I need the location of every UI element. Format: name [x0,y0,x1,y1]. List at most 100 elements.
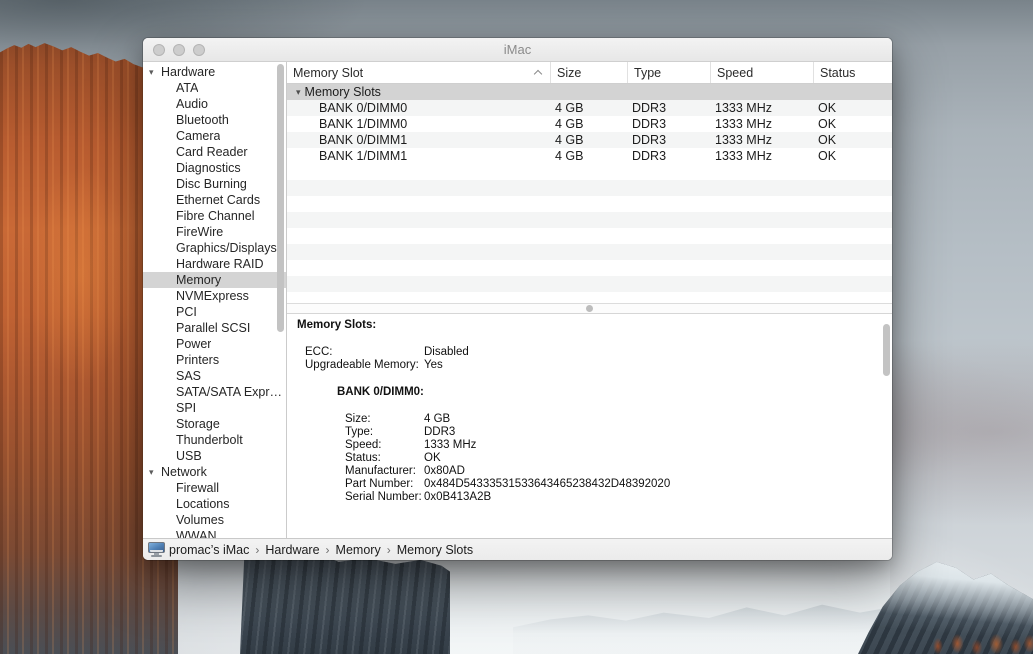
computer-icon [148,542,165,557]
column-header-type[interactable]: Type [627,62,710,83]
traffic-lights [153,38,205,61]
column-header-size[interactable]: Size [550,62,627,83]
sidebar-item-volumes[interactable]: Volumes [143,512,286,528]
sidebar-group-network[interactable]: ▾Network [143,464,286,480]
close-button[interactable] [153,44,165,56]
wallpaper-rock-spire [240,556,450,654]
column-header-status[interactable]: Status [813,62,892,83]
detail-field-row: Manufacturer:0x80AD [287,465,892,478]
table-cell: 1333 MHz [710,132,813,148]
sidebar-item-diagnostics[interactable]: Diagnostics [143,160,286,176]
splitter-dimple-icon [586,305,593,312]
zoom-button[interactable] [193,44,205,56]
sidebar-item-spi[interactable]: SPI [143,400,286,416]
sidebar-item-label: Camera [176,128,220,144]
table-row[interactable]: BANK 0/DIMM04 GBDDR31333 MHzOK [287,100,892,116]
sidebar-item-bluetooth[interactable]: Bluetooth [143,112,286,128]
table-cell: 1333 MHz [710,116,813,132]
detail-scrollbar[interactable] [883,324,890,376]
sidebar-item-disc-burning[interactable]: Disc Burning [143,176,286,192]
detail-field-value: 0x0B413A2B [424,491,491,504]
sidebar-group-hardware[interactable]: ▾Hardware [143,64,286,80]
detail-field-row: Size:4 GB [287,413,892,426]
sidebar-item-label: Disc Burning [176,176,247,192]
sidebar-item-firewall[interactable]: Firewall [143,480,286,496]
sidebar-item-fibre-channel[interactable]: Fibre Channel [143,208,286,224]
pane-splitter[interactable] [287,303,892,314]
sidebar-item-hardware-raid[interactable]: Hardware RAID [143,256,286,272]
sidebar-item-printers[interactable]: Printers [143,352,286,368]
column-header-label: Memory Slot [293,66,363,80]
table-cell: 1333 MHz [710,148,813,164]
sidebar-item-firewire[interactable]: FireWire [143,224,286,240]
sidebar-scrollbar[interactable] [277,64,284,332]
sidebar-item-label: SAS [176,368,201,384]
table-cell: DDR3 [627,148,710,164]
sidebar-item-label: USB [176,448,202,464]
sidebar-item-label: Card Reader [176,144,248,160]
sidebar-item-label: Diagnostics [176,160,241,176]
sidebar-item-graphics-displays[interactable]: Graphics/Displays [143,240,286,256]
table-group-row[interactable]: ▾Memory Slots [287,84,892,100]
sidebar-item-label: Hardware RAID [176,256,264,272]
table-cell: OK [813,132,892,148]
sidebar-item-usb[interactable]: USB [143,448,286,464]
sidebar-item-label: SATA/SATA Expr… [176,384,282,400]
sidebar-item-card-reader[interactable]: Card Reader [143,144,286,160]
minimize-button[interactable] [173,44,185,56]
detail-field-value: Yes [424,359,443,372]
sidebar-item-label: FireWire [176,224,223,240]
sidebar-item-label: SPI [176,400,196,416]
sidebar-item-pci[interactable]: PCI [143,304,286,320]
detail-bank-heading: BANK 0/DIMM0: [287,386,892,399]
detail-field-value: 1333 MHz [424,439,476,452]
table-cell: BANK 1/DIMM0 [287,116,550,132]
breadcrumb-separator-icon: › [387,543,391,557]
table-cell: OK [813,148,892,164]
table-cell: DDR3 [627,132,710,148]
detail-pane: Memory Slots: ECC:DisabledUpgradeable Me… [287,314,892,538]
sidebar-item-storage[interactable]: Storage [143,416,286,432]
column-header-label: Type [634,66,661,80]
sidebar-item-label: Audio [176,96,208,112]
sidebar-item-label: ATA [176,80,198,96]
memory-slot-table: ▾Memory SlotsBANK 0/DIMM04 GBDDR31333 MH… [287,84,892,303]
sidebar-item-sata-sata-expr[interactable]: SATA/SATA Expr… [143,384,286,400]
detail-field-row: Speed:1333 MHz [287,439,892,452]
sidebar-item-power[interactable]: Power [143,336,286,352]
detail-field-label: ECC: [305,346,424,359]
sidebar-item-ethernet-cards[interactable]: Ethernet Cards [143,192,286,208]
sidebar-item-camera[interactable]: Camera [143,128,286,144]
sidebar-item-sas[interactable]: SAS [143,368,286,384]
sidebar-item-thunderbolt[interactable]: Thunderbolt [143,432,286,448]
breadcrumb: promac’s iMac›Hardware›Memory›Memory Slo… [169,543,473,557]
table-row[interactable]: BANK 0/DIMM14 GBDDR31333 MHzOK [287,132,892,148]
window-title: iMac [143,42,892,57]
sidebar-item-label: Printers [176,352,219,368]
sidebar-item-ata[interactable]: ATA [143,80,286,96]
sidebar-item-label: Volumes [176,512,224,528]
sidebar-item-memory[interactable]: Memory [143,272,286,288]
sidebar-item-locations[interactable]: Locations [143,496,286,512]
sidebar-item-parallel-scsi[interactable]: Parallel SCSI [143,320,286,336]
sidebar-item-audio[interactable]: Audio [143,96,286,112]
column-header-memory-slot[interactable]: Memory Slot [287,62,550,83]
column-header-speed[interactable]: Speed [710,62,813,83]
detail-field-label: Upgradeable Memory: [305,359,424,372]
breadcrumb-separator-icon: › [326,543,330,557]
sidebar-item-label: Thunderbolt [176,432,243,448]
sidebar-item-label: Memory [176,272,221,288]
table-row[interactable]: BANK 1/DIMM04 GBDDR31333 MHzOK [287,116,892,132]
window-titlebar[interactable]: iMac [143,38,892,62]
table-row[interactable]: BANK 1/DIMM14 GBDDR31333 MHzOK [287,148,892,164]
table-group-label: Memory Slots [305,84,381,100]
wallpaper-trees [925,628,1033,654]
sidebar-item-nvmexpress[interactable]: NVMExpress [143,288,286,304]
sidebar-item-wwan[interactable]: WWAN [143,528,286,538]
breadcrumb-separator-icon: › [255,543,259,557]
sidebar-item-label: Ethernet Cards [176,192,260,208]
table-cell: 4 GB [550,116,627,132]
table-cell: OK [813,116,892,132]
wallpaper-fog [430,556,890,654]
main-pane: Memory Slot Size Type SpeedStatus ▾Memory S… [287,62,892,538]
